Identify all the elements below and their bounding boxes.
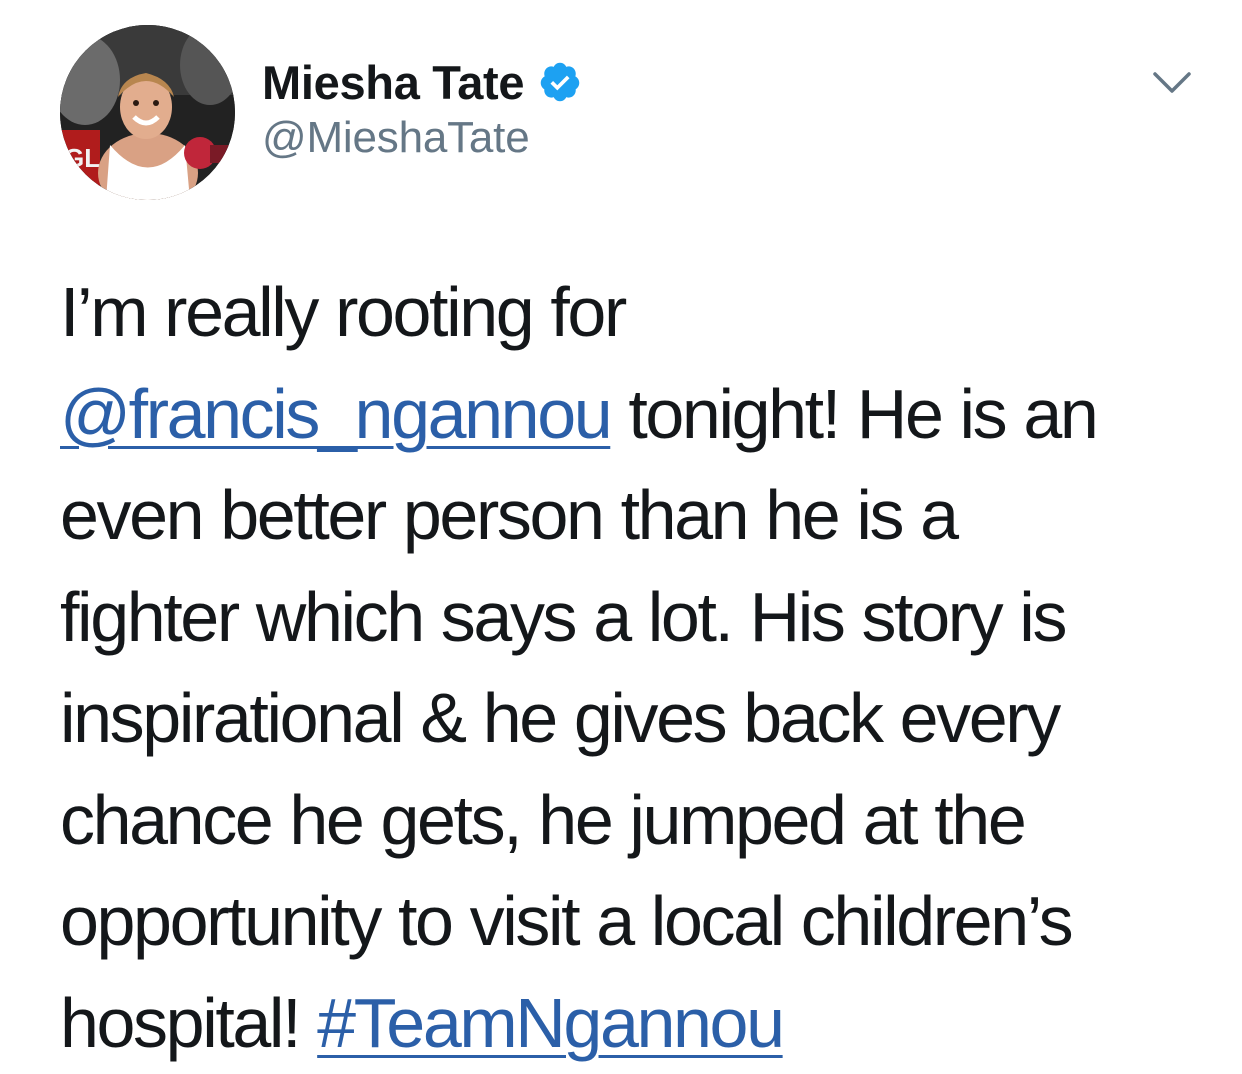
author-name-row: Miesha Tate xyxy=(262,52,582,112)
tweet-line: hospital! #TeamNgannou xyxy=(60,973,1200,1074)
tweet-text-segment: I’m really rooting for xyxy=(60,273,625,351)
tweet-text-segment: inspirational & he gives back every xyxy=(60,679,1059,757)
tweet-text: I’m really rooting for @francis_ngannou … xyxy=(60,262,1200,1074)
tweet-text-segment: opportunity to visit a local children’s xyxy=(60,882,1071,960)
tweet-line: chance he gets, he jumped at the xyxy=(60,770,1200,872)
avatar[interactable]: GL xyxy=(60,25,235,200)
hashtag-link[interactable]: #TeamNgannou xyxy=(317,984,782,1062)
tweet-line: opportunity to visit a local children’s xyxy=(60,871,1200,973)
tweet-line: inspirational & he gives back every xyxy=(60,668,1200,770)
svg-text:GL: GL xyxy=(64,143,100,173)
chevron-down-icon[interactable] xyxy=(1150,66,1194,100)
tweet-line: even better person than he is a xyxy=(60,465,1200,567)
mention-link[interactable]: @francis_ngannou xyxy=(60,375,610,453)
tweet-line: @francis_ngannou tonight! He is an xyxy=(60,364,1200,466)
tweet-line: I’m really rooting for xyxy=(60,262,1200,364)
display-name[interactable]: Miesha Tate xyxy=(262,55,524,110)
tweet-card: GL Miesha Tate @MieshaTate I’m really ro… xyxy=(0,0,1242,1073)
tweet-text-segment: chance he gets, he jumped at the xyxy=(60,781,1024,859)
author-handle[interactable]: @MieshaTate xyxy=(262,113,529,163)
tweet-text-segment: hospital! xyxy=(60,984,317,1062)
tweet-text-segment: tonight! He is an xyxy=(610,375,1096,453)
tweet-text-segment: even better person than he is a xyxy=(60,476,957,554)
tweet-line: fighter which says a lot. His story is xyxy=(60,567,1200,669)
tweet-text-segment: fighter which says a lot. His story is xyxy=(60,578,1065,656)
verified-badge-icon xyxy=(538,60,582,104)
